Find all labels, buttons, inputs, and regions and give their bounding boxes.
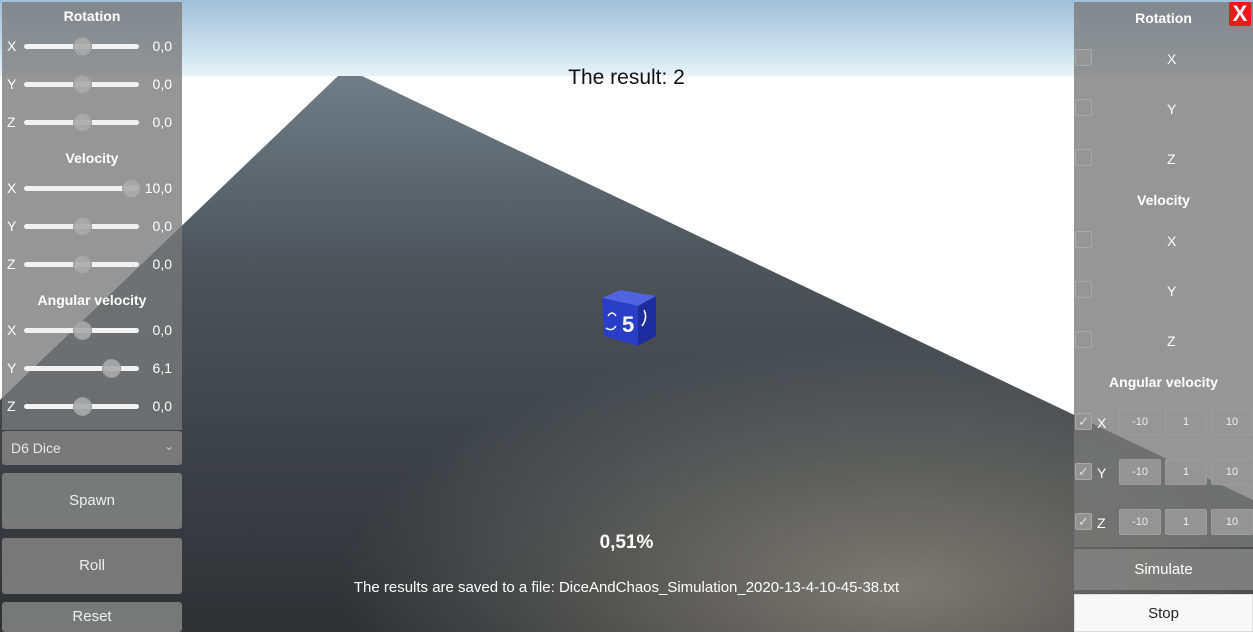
rotation-z-label: Z [1167, 151, 1176, 167]
angular-y-label: Y [1097, 465, 1107, 481]
reset-button[interactable]: Reset [2, 602, 182, 632]
angular-y-checkbox[interactable]: ✓ [1075, 463, 1092, 480]
slider-value: 0,0 [152, 398, 172, 414]
velocity-z-label: Z [1167, 333, 1176, 349]
scene-viewport: The result: 2 5 0,51% The results are sa… [0, 0, 1253, 632]
chevron-down-icon: ⌄ [163, 439, 174, 453]
angular-velocity-title: Angular velocity [37, 292, 147, 308]
slider-axis-label: X [7, 38, 17, 54]
angular-z-step-input[interactable]: 1 [1165, 509, 1207, 535]
rotation-x-checkbox[interactable] [1075, 49, 1092, 66]
velocity-title: Velocity [65, 150, 119, 166]
simulate-button[interactable]: Simulate [1074, 549, 1253, 590]
slider-axis-label: Z [7, 256, 16, 272]
slider-value: 6,1 [152, 360, 172, 376]
sim-velocity-title: Velocity [1137, 192, 1190, 208]
slider-value: 0,0 [152, 114, 172, 130]
slider-handle[interactable] [102, 359, 122, 378]
rotation-x-label: X [1167, 51, 1177, 67]
velocity-z-checkbox[interactable] [1075, 331, 1092, 348]
progress-percent: 0,51% [599, 532, 654, 553]
slider-value: 0,0 [152, 38, 172, 54]
roll-button[interactable]: Roll [2, 538, 182, 594]
slider-handle[interactable] [73, 113, 92, 132]
slider-track[interactable] [24, 366, 139, 371]
angular-x-step-input[interactable]: 1 [1165, 409, 1207, 435]
sim-angular-title: Angular velocity [1109, 374, 1218, 390]
stop-button[interactable]: Stop [1074, 594, 1253, 632]
spawn-button[interactable]: Spawn [2, 473, 182, 529]
angular-x-max-input[interactable]: 10 [1211, 409, 1253, 435]
slider-value: 0,0 [152, 256, 172, 272]
close-button[interactable]: X [1229, 2, 1251, 26]
angular-y-min-input[interactable]: -10 [1119, 459, 1161, 485]
angular-y-step-input[interactable]: 1 [1165, 459, 1207, 485]
slider-handle[interactable] [73, 321, 92, 340]
angular-x-min-input[interactable]: -10 [1119, 409, 1161, 435]
rotation-z-checkbox[interactable] [1075, 149, 1092, 166]
slider-axis-label: Z [7, 114, 16, 130]
slider-axis-label: Z [7, 398, 16, 414]
slider-value: 0,0 [152, 218, 172, 234]
left-control-panel: Rotation Velocity Angular velocity X 0,0 Y… [2, 2, 182, 430]
slider-axis-label: Y [7, 76, 17, 92]
angular-z-min-input[interactable]: -10 [1119, 509, 1161, 535]
angular-y-max-input[interactable]: 10 [1211, 459, 1253, 485]
sim-rotation-title: Rotation [1135, 10, 1192, 26]
velocity-y-checkbox[interactable] [1075, 281, 1092, 298]
right-simulation-panel: Rotation Velocity Angular velocity X Y Z… [1074, 2, 1253, 547]
angular-z-label: Z [1097, 515, 1106, 531]
slider-axis-label: Y [7, 218, 17, 234]
rotation-title: Rotation [63, 8, 121, 24]
velocity-y-label: Y [1167, 283, 1177, 299]
slider-value: 10,0 [144, 180, 172, 196]
velocity-x-checkbox[interactable] [1075, 231, 1092, 248]
slider-value: 0,0 [152, 322, 172, 338]
rotation-y-label: Y [1167, 101, 1177, 117]
slider-handle[interactable] [73, 255, 92, 274]
angular-x-label: X [1097, 415, 1107, 431]
dice-type-select[interactable]: D6 Dice ⌄ [2, 431, 182, 465]
slider-handle[interactable] [73, 397, 92, 416]
angular-z-checkbox[interactable]: ✓ [1075, 513, 1092, 530]
result-text: The result: 2 [568, 66, 685, 89]
slider-value: 0,0 [152, 76, 172, 92]
angular-x-checkbox[interactable]: ✓ [1075, 413, 1092, 430]
rotation-y-checkbox[interactable] [1075, 99, 1092, 116]
slider-handle[interactable] [73, 217, 92, 236]
slider-handle[interactable] [73, 37, 92, 56]
saved-file-text: The results are saved to a file: DiceAnd… [353, 579, 900, 596]
slider-axis-label: X [7, 180, 17, 196]
dice-type-value: D6 Dice [11, 440, 61, 456]
slider-axis-label: Y [7, 360, 17, 376]
dice-icon: 5 [602, 290, 656, 346]
dice-face-number: 5 [622, 312, 634, 337]
velocity-x-label: X [1167, 233, 1177, 249]
angular-z-max-input[interactable]: 10 [1211, 509, 1253, 535]
slider-axis-label: X [7, 322, 17, 338]
slider-handle[interactable] [73, 75, 92, 94]
